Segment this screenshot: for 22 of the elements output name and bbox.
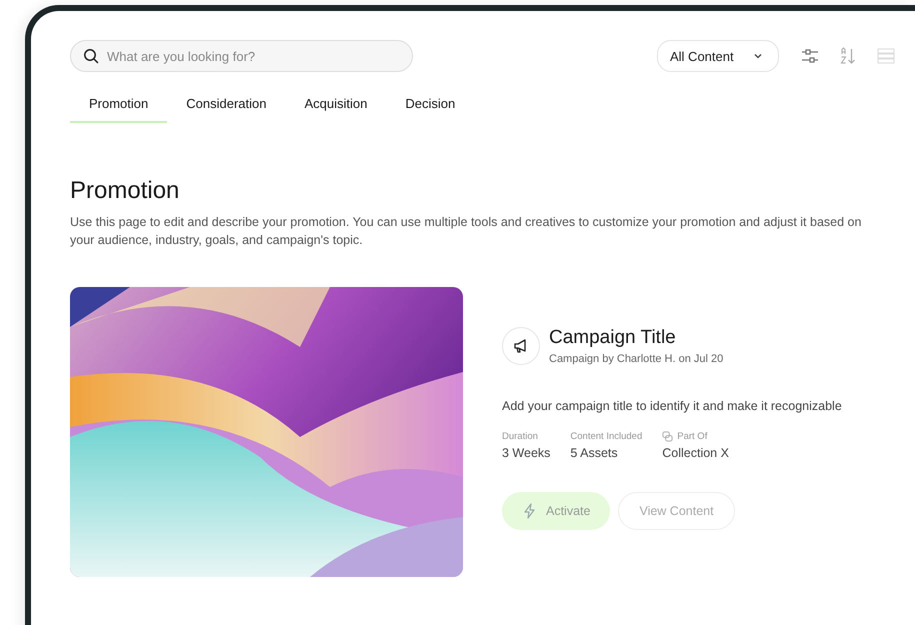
link-icon xyxy=(662,431,674,442)
stat-label: Content Included xyxy=(570,431,642,442)
tab[interactable]: Decision xyxy=(386,90,474,123)
tab[interactable]: Promotion xyxy=(70,90,168,123)
settings-sliders-icon[interactable] xyxy=(801,47,819,65)
campaign-title: Campaign Title xyxy=(549,327,677,349)
stat-value: Collection X xyxy=(662,446,729,460)
megaphone-icon xyxy=(502,327,540,365)
tab[interactable]: Consideration xyxy=(167,90,286,123)
page-title: Promotion xyxy=(70,177,180,205)
tab[interactable]: Acquisition xyxy=(285,90,386,123)
stat-label: Duration xyxy=(502,431,538,442)
search-field[interactable]: What are you looking for? xyxy=(70,40,413,72)
list-view-icon[interactable] xyxy=(877,47,895,65)
stat-value: 5 Assets xyxy=(570,446,619,460)
stat-value: 3 Weeks xyxy=(502,446,550,460)
page-description: Use this page to edit and describe your promotion. You can use multiple tools and creatives to customize your promotion and adjust it based on your audience, industry, goals, and campaign's topic. xyxy=(70,214,862,249)
stat-label: Part Of xyxy=(677,431,708,442)
campaign-byline: Campaign by Charlotte H. on Jul 20 xyxy=(549,353,724,365)
campaign-description: Add your campaign title to identify it and make it recognizable xyxy=(502,399,842,413)
sort-icon[interactable] xyxy=(839,47,857,65)
content-dropdown[interactable]: All Content xyxy=(657,40,779,72)
